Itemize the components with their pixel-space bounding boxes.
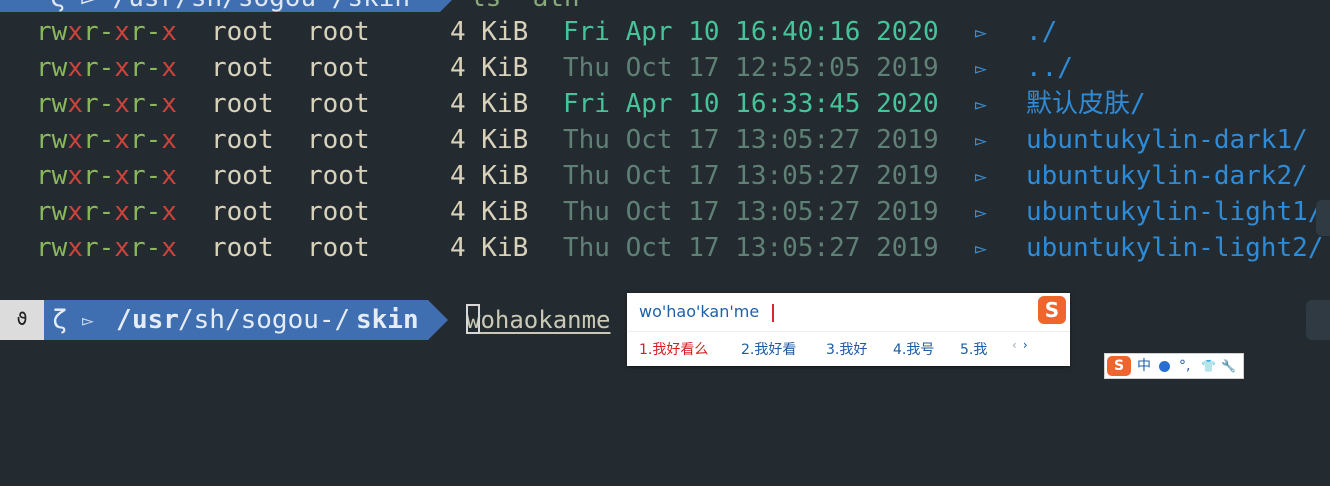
permissions: rwxr-xr-x (36, 197, 177, 227)
permissions: rwxr-xr-x (36, 233, 177, 263)
distro-icon: ϑ (0, 300, 44, 340)
ime-prev-page-icon[interactable]: ‹ (1012, 338, 1017, 352)
permissions: rwxr-xr-x (36, 125, 177, 155)
directory-name[interactable]: ubuntukylin-dark2/ (1026, 158, 1308, 194)
sogou-logo-icon[interactable]: S (1038, 296, 1066, 324)
scrollbar-thumb[interactable] (1316, 200, 1330, 236)
punctuation-toggle[interactable]: °, (1179, 354, 1190, 378)
directory-name[interactable]: ubuntukylin-dark1/ (1026, 122, 1308, 158)
owner: root (211, 89, 274, 119)
directory-name[interactable]: 默认皮肤/ (1026, 86, 1146, 122)
permissions: rwxr-xr-x (36, 89, 177, 119)
ime-candidate-4[interactable]: 4.我号 (893, 339, 934, 359)
size: 4 KiB (450, 161, 529, 191)
prompt-arrow-tail (428, 300, 448, 340)
folder-icon: ▻ (975, 56, 988, 80)
modified-date: Fri Apr 10 16:33:45 2020 (563, 89, 939, 119)
size: 4 KiB (450, 197, 529, 227)
owner: root (211, 161, 274, 191)
ime-candidate-2[interactable]: 2.我好看 (741, 339, 796, 359)
skin-icon[interactable]: 👕 (1201, 354, 1216, 378)
command-input[interactable]: wohaokanme (466, 300, 611, 340)
ime-pager: ‹ › (1012, 338, 1034, 352)
modified-date: Thu Oct 17 13:05:27 2019 (563, 233, 939, 263)
owner: root (211, 233, 274, 263)
group: root (307, 125, 370, 155)
directory-name[interactable]: ./ (1026, 14, 1057, 50)
size: 4 KiB (450, 89, 529, 119)
size: 4 KiB (450, 233, 529, 263)
prompt-arrow-icon: ▻ (82, 308, 95, 332)
tools-icon[interactable]: 🔧 (1221, 354, 1236, 378)
directory-name[interactable]: ../ (1026, 50, 1073, 86)
permissions: rwxr-xr-x (36, 161, 177, 191)
size: 4 KiB (450, 17, 529, 47)
prompt-path-bar: ζ ▻ / usr /sh/sogou-/ skin (44, 300, 428, 340)
path-current-dir: skin (356, 305, 419, 335)
fullwidth-toggle-icon[interactable] (1159, 354, 1170, 378)
path-root: / (116, 305, 132, 335)
group: root (307, 89, 370, 119)
folder-icon: ▻ (975, 164, 988, 188)
folder-icon: ▻ (975, 200, 988, 224)
path-middle: /sh/sogou-/ (178, 305, 351, 335)
modified-date: Thu Oct 17 12:52:05 2019 (563, 53, 939, 83)
modified-date: Fri Apr 10 16:40:16 2020 (563, 17, 939, 47)
group: root (307, 53, 370, 83)
previous-command: ls -ath (470, 0, 580, 12)
permissions: rwxr-xr-x (36, 53, 177, 83)
modified-date: Thu Oct 17 13:05:27 2019 (563, 125, 939, 155)
previous-prompt-path: ζ ▻ /usr/sh/sogou-/skin (50, 0, 410, 12)
group: root (307, 233, 370, 263)
size: 4 KiB (450, 125, 529, 155)
scrollbar-edge[interactable] (1306, 300, 1330, 340)
previous-prompt-bar: ζ ▻ /usr/sh/sogou-/skin (0, 0, 454, 12)
size: 4 KiB (450, 53, 529, 83)
ime-next-page-icon[interactable]: › (1023, 338, 1028, 352)
group: root (307, 17, 370, 47)
ime-pinyin-composition: wo'hao'kan'me (639, 302, 760, 321)
owner: root (211, 197, 274, 227)
ime-candidate-1[interactable]: 1.我好看么 (639, 339, 708, 359)
owner: root (211, 53, 274, 83)
directory-name[interactable]: ubuntukylin-light1/ (1026, 194, 1323, 230)
previous-prompt-arrow (440, 0, 454, 12)
text-cursor (466, 304, 480, 334)
folder-icon: ▻ (975, 92, 988, 116)
ime-status-toolbar: S 中 °, 👕 🔧 (1104, 353, 1244, 379)
owner: root (211, 17, 274, 47)
ime-candidate-window: wo'hao'kan'me S 1.我好看么 2.我好看 3.我好 4.我号 5… (627, 293, 1070, 366)
path-usr: usr (132, 305, 179, 335)
modified-date: Thu Oct 17 13:05:27 2019 (563, 161, 939, 191)
directory-name[interactable]: ubuntukylin-light2/ (1026, 230, 1323, 266)
ime-caret (772, 304, 774, 322)
group: root (307, 161, 370, 191)
zeta-icon: ζ (52, 305, 68, 335)
owner: root (211, 125, 274, 155)
ime-candidate-5[interactable]: 5.我 (960, 339, 987, 359)
modified-date: Thu Oct 17 13:05:27 2019 (563, 197, 939, 227)
folder-icon: ▻ (975, 236, 988, 260)
ime-separator (627, 331, 1070, 332)
folder-icon: ▻ (975, 128, 988, 152)
group: root (307, 197, 370, 227)
folder-icon: ▻ (975, 20, 988, 44)
sogou-toolbar-logo-icon[interactable]: S (1107, 356, 1131, 376)
ime-candidate-3[interactable]: 3.我好 (826, 339, 867, 359)
ime-mode-toggle[interactable]: 中 (1137, 354, 1151, 378)
permissions: rwxr-xr-x (36, 17, 177, 47)
